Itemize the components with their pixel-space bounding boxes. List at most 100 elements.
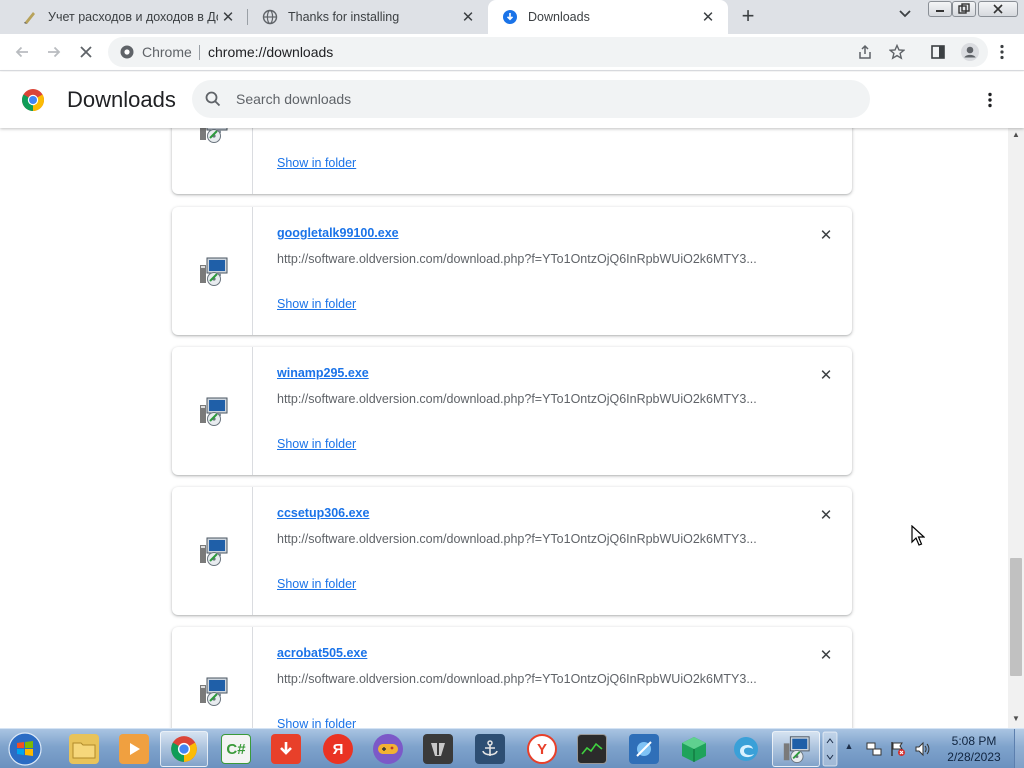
edge-icon xyxy=(731,734,761,764)
address-bar[interactable]: Chrome chrome://downloads xyxy=(108,37,988,67)
browser-toolbar: Chrome chrome://downloads xyxy=(0,34,1024,71)
installer-icon xyxy=(197,675,229,707)
tab-strip: Учет расходов и доходов в Дом ✕ Thanks f… xyxy=(0,0,1024,34)
remove-item-icon[interactable]: ✕ xyxy=(816,505,836,525)
taskbar-app-world-of-tanks[interactable] xyxy=(414,731,462,767)
taskbar-scroll-arrows[interactable] xyxy=(822,731,838,767)
installer-icon xyxy=(197,128,229,144)
scroll-down-arrow-icon[interactable]: ▼ xyxy=(1008,712,1024,726)
network-tool-icon xyxy=(629,734,659,764)
show-in-folder-link[interactable]: Show in folder xyxy=(277,297,356,311)
download-arrow-icon xyxy=(271,734,301,764)
clock-date: 2/28/2023 xyxy=(947,750,1001,764)
close-window-button[interactable] xyxy=(978,1,1018,17)
task-manager-icon xyxy=(577,734,607,764)
taskbar-app-yandex[interactable]: Я xyxy=(314,731,362,767)
taskbar-app-yandex-browser[interactable]: Y xyxy=(518,731,566,767)
file-name-link[interactable]: ccsetup306.exe xyxy=(277,506,369,520)
url-text[interactable]: chrome://downloads xyxy=(208,44,333,60)
tab-title: Thanks for installing xyxy=(288,10,400,24)
pencil-favicon-icon xyxy=(22,9,38,25)
csharp-icon: C# xyxy=(221,734,251,764)
scrollbar-thumb[interactable] xyxy=(1010,558,1022,676)
show-in-folder-link[interactable]: Show in folder xyxy=(277,437,356,451)
tab-title: Downloads xyxy=(528,10,590,24)
show-in-folder-link[interactable]: Show in folder xyxy=(277,717,356,728)
windows-taskbar: C# Я Y ▲ 5:08 PM 2/28/2023 xyxy=(0,728,1024,768)
file-name-link[interactable]: winamp295.exe xyxy=(277,366,369,380)
media-player-icon xyxy=(119,734,149,764)
chrome-logo-icon xyxy=(21,88,45,112)
close-tab-icon[interactable]: ✕ xyxy=(698,7,718,27)
downloads-header: Downloads xyxy=(0,72,1024,128)
search-box[interactable] xyxy=(192,80,870,118)
scroll-up-arrow-icon[interactable]: ▲ xyxy=(1008,128,1024,142)
taskbar-app-media-player[interactable] xyxy=(110,731,158,767)
download-item: googletalk99100.exe http://software.oldv… xyxy=(172,207,852,335)
close-tab-icon[interactable]: ✕ xyxy=(458,7,478,27)
back-button[interactable] xyxy=(10,40,34,64)
chrome-icon xyxy=(169,734,199,764)
start-button[interactable] xyxy=(4,731,46,767)
remove-item-icon[interactable]: ✕ xyxy=(816,365,836,385)
remove-item-icon[interactable]: ✕ xyxy=(816,645,836,665)
remove-item-icon[interactable]: ✕ xyxy=(816,225,836,245)
source-url-link[interactable]: http://software.oldversion.com/download.… xyxy=(277,532,757,546)
share-icon[interactable] xyxy=(856,43,874,61)
taskbar-app-chrome[interactable] xyxy=(160,731,208,767)
globe-icon xyxy=(262,9,278,25)
search-input[interactable] xyxy=(236,88,836,110)
show-desktop-button[interactable] xyxy=(1014,729,1024,768)
source-url-link[interactable]: http://software.oldversion.com/download.… xyxy=(277,392,757,406)
file-name-link[interactable]: acrobat505.exe xyxy=(277,646,367,660)
chrome-menu-icon[interactable] xyxy=(990,40,1014,64)
installer-icon xyxy=(781,734,811,764)
show-hidden-icons-icon[interactable]: ▲ xyxy=(843,741,855,753)
network-tray-icon[interactable] xyxy=(866,741,882,757)
tab-downloads[interactable]: Downloads ✕ xyxy=(488,0,728,34)
taskbar-app-network-tool[interactable] xyxy=(620,731,668,767)
taskbar-app-explorer[interactable] xyxy=(60,731,108,767)
mouse-cursor-icon xyxy=(911,524,926,547)
show-in-folder-link[interactable]: Show in folder xyxy=(277,577,356,591)
restore-button[interactable] xyxy=(952,1,976,17)
taskbar-app-world-of-warships[interactable] xyxy=(466,731,514,767)
taskbar-app-csharp[interactable]: C# xyxy=(212,731,260,767)
file-icon-column xyxy=(172,207,253,335)
tab-expenses[interactable]: Учет расходов и доходов в Дом ✕ xyxy=(8,0,248,34)
minimize-button[interactable] xyxy=(928,1,952,17)
taskbar-app-gamepad[interactable] xyxy=(364,731,412,767)
system-clock[interactable]: 5:08 PM 2/28/2023 xyxy=(944,733,1004,765)
gamepad-icon xyxy=(373,734,403,764)
omnibox-separator xyxy=(199,45,200,60)
source-url-link[interactable]: http://software.oldversion.com/download.… xyxy=(277,252,757,266)
tab-thanks[interactable]: Thanks for installing ✕ xyxy=(248,0,488,34)
download-item: ccsetup306.exe http://software.oldversio… xyxy=(172,487,852,615)
source-url-link[interactable]: http://software.oldversion.com/download.… xyxy=(277,672,757,686)
taskbar-app-3d-box[interactable] xyxy=(670,731,718,767)
download-item: Show in folder xyxy=(172,128,852,194)
volume-icon[interactable] xyxy=(914,741,930,757)
more-actions-icon[interactable] xyxy=(978,88,1002,112)
download-icon xyxy=(502,9,518,25)
show-in-folder-link[interactable]: Show in folder xyxy=(277,156,356,170)
file-icon-column xyxy=(172,347,253,475)
taskbar-app-task-manager[interactable] xyxy=(568,731,616,767)
taskbar-app-edge[interactable] xyxy=(722,731,770,767)
tank-icon xyxy=(423,734,453,764)
file-name-link[interactable]: googletalk99100.exe xyxy=(277,226,399,240)
taskbar-app-downloader[interactable] xyxy=(262,731,310,767)
action-center-flag-icon[interactable] xyxy=(890,741,906,757)
download-item: winamp295.exe http://software.oldversion… xyxy=(172,347,852,475)
bookmark-star-icon[interactable] xyxy=(888,43,906,61)
taskbar-app-installer[interactable] xyxy=(772,731,820,767)
new-tab-button[interactable]: + xyxy=(736,5,760,29)
tab-search-chevron-icon[interactable] xyxy=(894,7,916,27)
side-panel-icon[interactable] xyxy=(926,40,950,64)
close-tab-icon[interactable]: ✕ xyxy=(218,7,238,27)
profile-avatar-icon[interactable] xyxy=(958,40,982,64)
forward-button[interactable] xyxy=(42,40,66,64)
stop-loading-button[interactable] xyxy=(74,40,98,64)
page-scrollbar[interactable]: ▲ ▼ xyxy=(1008,128,1024,728)
yandex-browser-icon: Y xyxy=(527,734,557,764)
